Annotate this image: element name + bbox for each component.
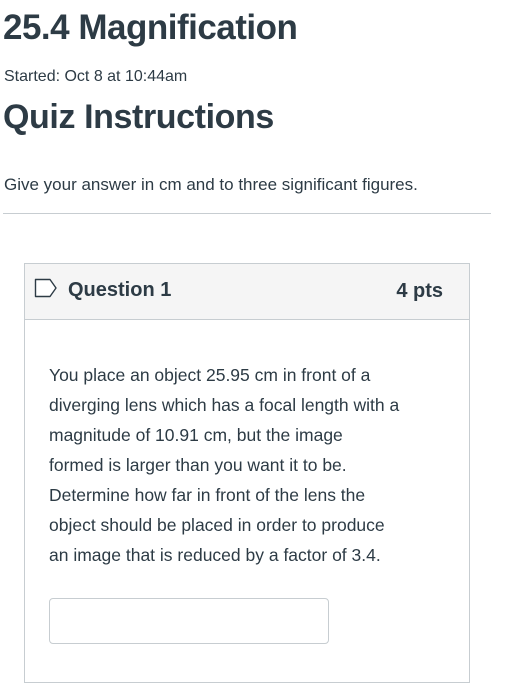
question-card: Question 1 4 pts You place an object 25.… xyxy=(24,263,470,683)
quiz-instructions-heading: Quiz Instructions xyxy=(3,98,274,136)
question-text-line: object should be placed in order to prod… xyxy=(49,515,385,535)
question-title: Question 1 xyxy=(68,279,172,301)
question-points: 4 pts xyxy=(396,280,443,302)
question-text-line: magnitude of 10.91 cm, but the image xyxy=(49,425,343,445)
quiz-instructions-text: Give your answer in cm and to three sign… xyxy=(4,175,418,194)
question-header: Question 1 4 pts xyxy=(25,264,469,320)
bookmark-flag-icon[interactable] xyxy=(34,277,58,299)
quiz-started-time: Started: Oct 8 at 10:44am xyxy=(4,68,188,85)
question-text-line: Determine how far in front of the lens t… xyxy=(49,485,366,505)
page-title: 25.4 Magnification xyxy=(3,8,298,47)
divider xyxy=(3,213,491,214)
question-text-line: diverging lens which has a focal length … xyxy=(49,395,400,415)
answer-input[interactable] xyxy=(49,598,329,644)
question-text: You place an object 25.95 cm in front of… xyxy=(49,360,454,570)
question-text-line: an image that is reduced by a factor of … xyxy=(49,545,381,565)
question-text-line: You place an object 25.95 cm in front of… xyxy=(49,365,371,385)
question-text-line: formed is larger than you want it to be. xyxy=(49,455,347,475)
